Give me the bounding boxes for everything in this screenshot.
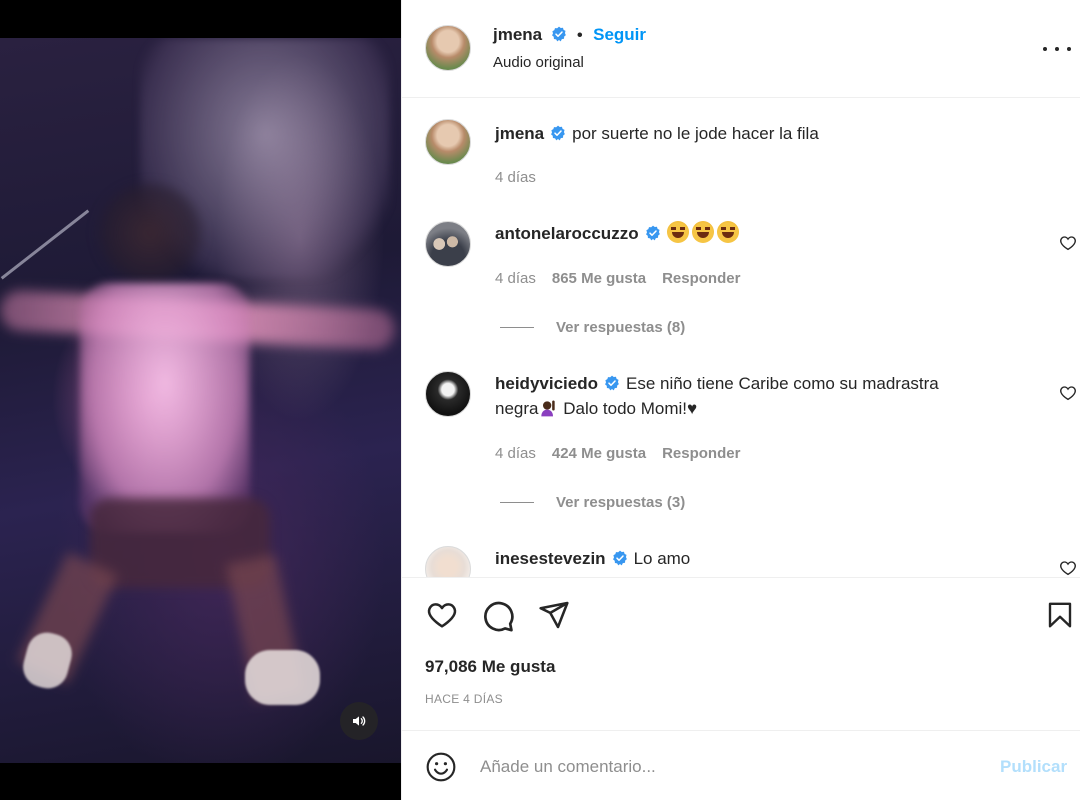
verified-badge-icon xyxy=(612,550,627,566)
caption-text: jmena por suerte no le jode hacer la fil… xyxy=(495,121,1035,146)
laughing-emoji-icon xyxy=(691,221,714,243)
comment-input[interactable] xyxy=(480,753,960,781)
post-actions: 97,086 Me gusta HACE 4 DÍAS xyxy=(402,577,1080,730)
smiley-icon[interactable] xyxy=(425,751,457,783)
replies-divider-line xyxy=(500,502,534,503)
verified-badge-icon xyxy=(551,26,566,42)
video-blur-head xyxy=(95,183,205,283)
volume-button[interactable] xyxy=(340,702,378,740)
comment-body: Lo amo xyxy=(633,549,691,568)
add-comment-bar: Publicar xyxy=(402,730,1080,800)
author-avatar[interactable] xyxy=(425,25,471,71)
comment-bubble-icon[interactable] xyxy=(481,599,515,633)
volume-icon xyxy=(353,716,366,726)
paper-plane-icon[interactable] xyxy=(537,599,571,631)
more-horizontal-icon xyxy=(1043,47,1047,51)
post-timestamp[interactable]: HACE 4 DÍAS xyxy=(425,692,503,706)
reply-button[interactable]: Responder xyxy=(662,445,740,462)
comment-time[interactable]: 4 días xyxy=(495,270,536,287)
video-frame[interactable] xyxy=(0,38,401,763)
verified-badge-icon xyxy=(645,225,660,241)
view-replies-button[interactable]: Ver respuestas (3) xyxy=(500,494,685,511)
video-rail xyxy=(0,209,90,280)
caption-avatar[interactable] xyxy=(425,119,471,165)
commenter-username[interactable]: antonelaroccuzzo xyxy=(495,224,639,243)
post-panel: jmena • Seguir Audio original jmena por … xyxy=(401,0,1080,800)
bookmark-icon[interactable] xyxy=(1045,599,1075,631)
view-replies-label: Ver respuestas (8) xyxy=(556,319,686,336)
heart-icon[interactable] xyxy=(425,599,459,631)
comment-likes[interactable]: 865 Me gusta xyxy=(552,270,646,287)
more-options-button[interactable] xyxy=(1043,36,1071,62)
view-replies-button[interactable]: Ver respuestas (8) xyxy=(500,319,685,336)
reply-button[interactable]: Responder xyxy=(662,270,740,287)
caption-body: por suerte no le jode hacer la fila xyxy=(572,124,819,143)
author-username[interactable]: jmena xyxy=(493,25,542,44)
comment-text: inesestevezin Lo amo xyxy=(495,546,1035,571)
audio-label[interactable]: Audio original xyxy=(493,54,584,71)
commenter-avatar[interactable] xyxy=(425,546,471,577)
publish-button[interactable]: Publicar xyxy=(1000,757,1067,777)
laughing-emoji-icon xyxy=(716,221,739,243)
comment-body-line1: Ese niño tiene Caribe como su madrastra xyxy=(625,374,939,393)
comment-body-line2b: Dalo todo Momi!♥ xyxy=(558,399,698,418)
comment-time[interactable]: 4 días xyxy=(495,445,536,462)
author-line: jmena • Seguir xyxy=(493,25,646,45)
post-likes-count[interactable]: 97,086 Me gusta xyxy=(425,657,555,677)
comment-like-heart-icon[interactable] xyxy=(1059,384,1077,402)
replies-divider-line xyxy=(500,327,534,328)
comment-text: heidyviciedo Ese niño tiene Caribe como … xyxy=(495,371,1035,421)
comment-like-heart-icon[interactable] xyxy=(1059,234,1077,252)
post-header: jmena • Seguir Audio original xyxy=(402,0,1080,98)
comment-body-line2a: negra xyxy=(495,399,539,418)
comment-meta: 4 días 424 Me gusta Responder xyxy=(495,445,740,462)
commenter-username[interactable]: heidyviciedo xyxy=(495,374,598,393)
comment-likes[interactable]: 424 Me gusta xyxy=(552,445,646,462)
laughing-emoji-icon xyxy=(666,221,689,243)
video-blur-shirt xyxy=(80,283,250,533)
commenter-avatar[interactable] xyxy=(425,371,471,417)
post-media[interactable] xyxy=(0,0,401,800)
view-replies-label: Ver respuestas (3) xyxy=(556,494,686,511)
verified-badge-icon xyxy=(605,375,619,391)
comment-text: antonelaroccuzzo xyxy=(495,221,1035,246)
comment-like-heart-icon[interactable] xyxy=(1059,559,1077,577)
separator-dot: • xyxy=(577,27,583,44)
caption-username[interactable]: jmena xyxy=(495,124,544,143)
follow-button[interactable]: Seguir xyxy=(593,25,646,44)
caption-meta: 4 días xyxy=(495,169,536,186)
verified-badge-icon xyxy=(551,125,566,141)
video-blur-shoe xyxy=(245,650,320,705)
commenter-username[interactable]: inesestevezin xyxy=(495,549,606,568)
commenter-avatar[interactable] xyxy=(425,221,471,267)
caption-time[interactable]: 4 días xyxy=(495,169,536,186)
woman-raising-hand-emoji-icon xyxy=(541,400,556,417)
comments-list[interactable]: jmena por suerte no le jode hacer la fil… xyxy=(402,99,1080,577)
comment-meta: 4 días 865 Me gusta Responder xyxy=(495,270,740,287)
